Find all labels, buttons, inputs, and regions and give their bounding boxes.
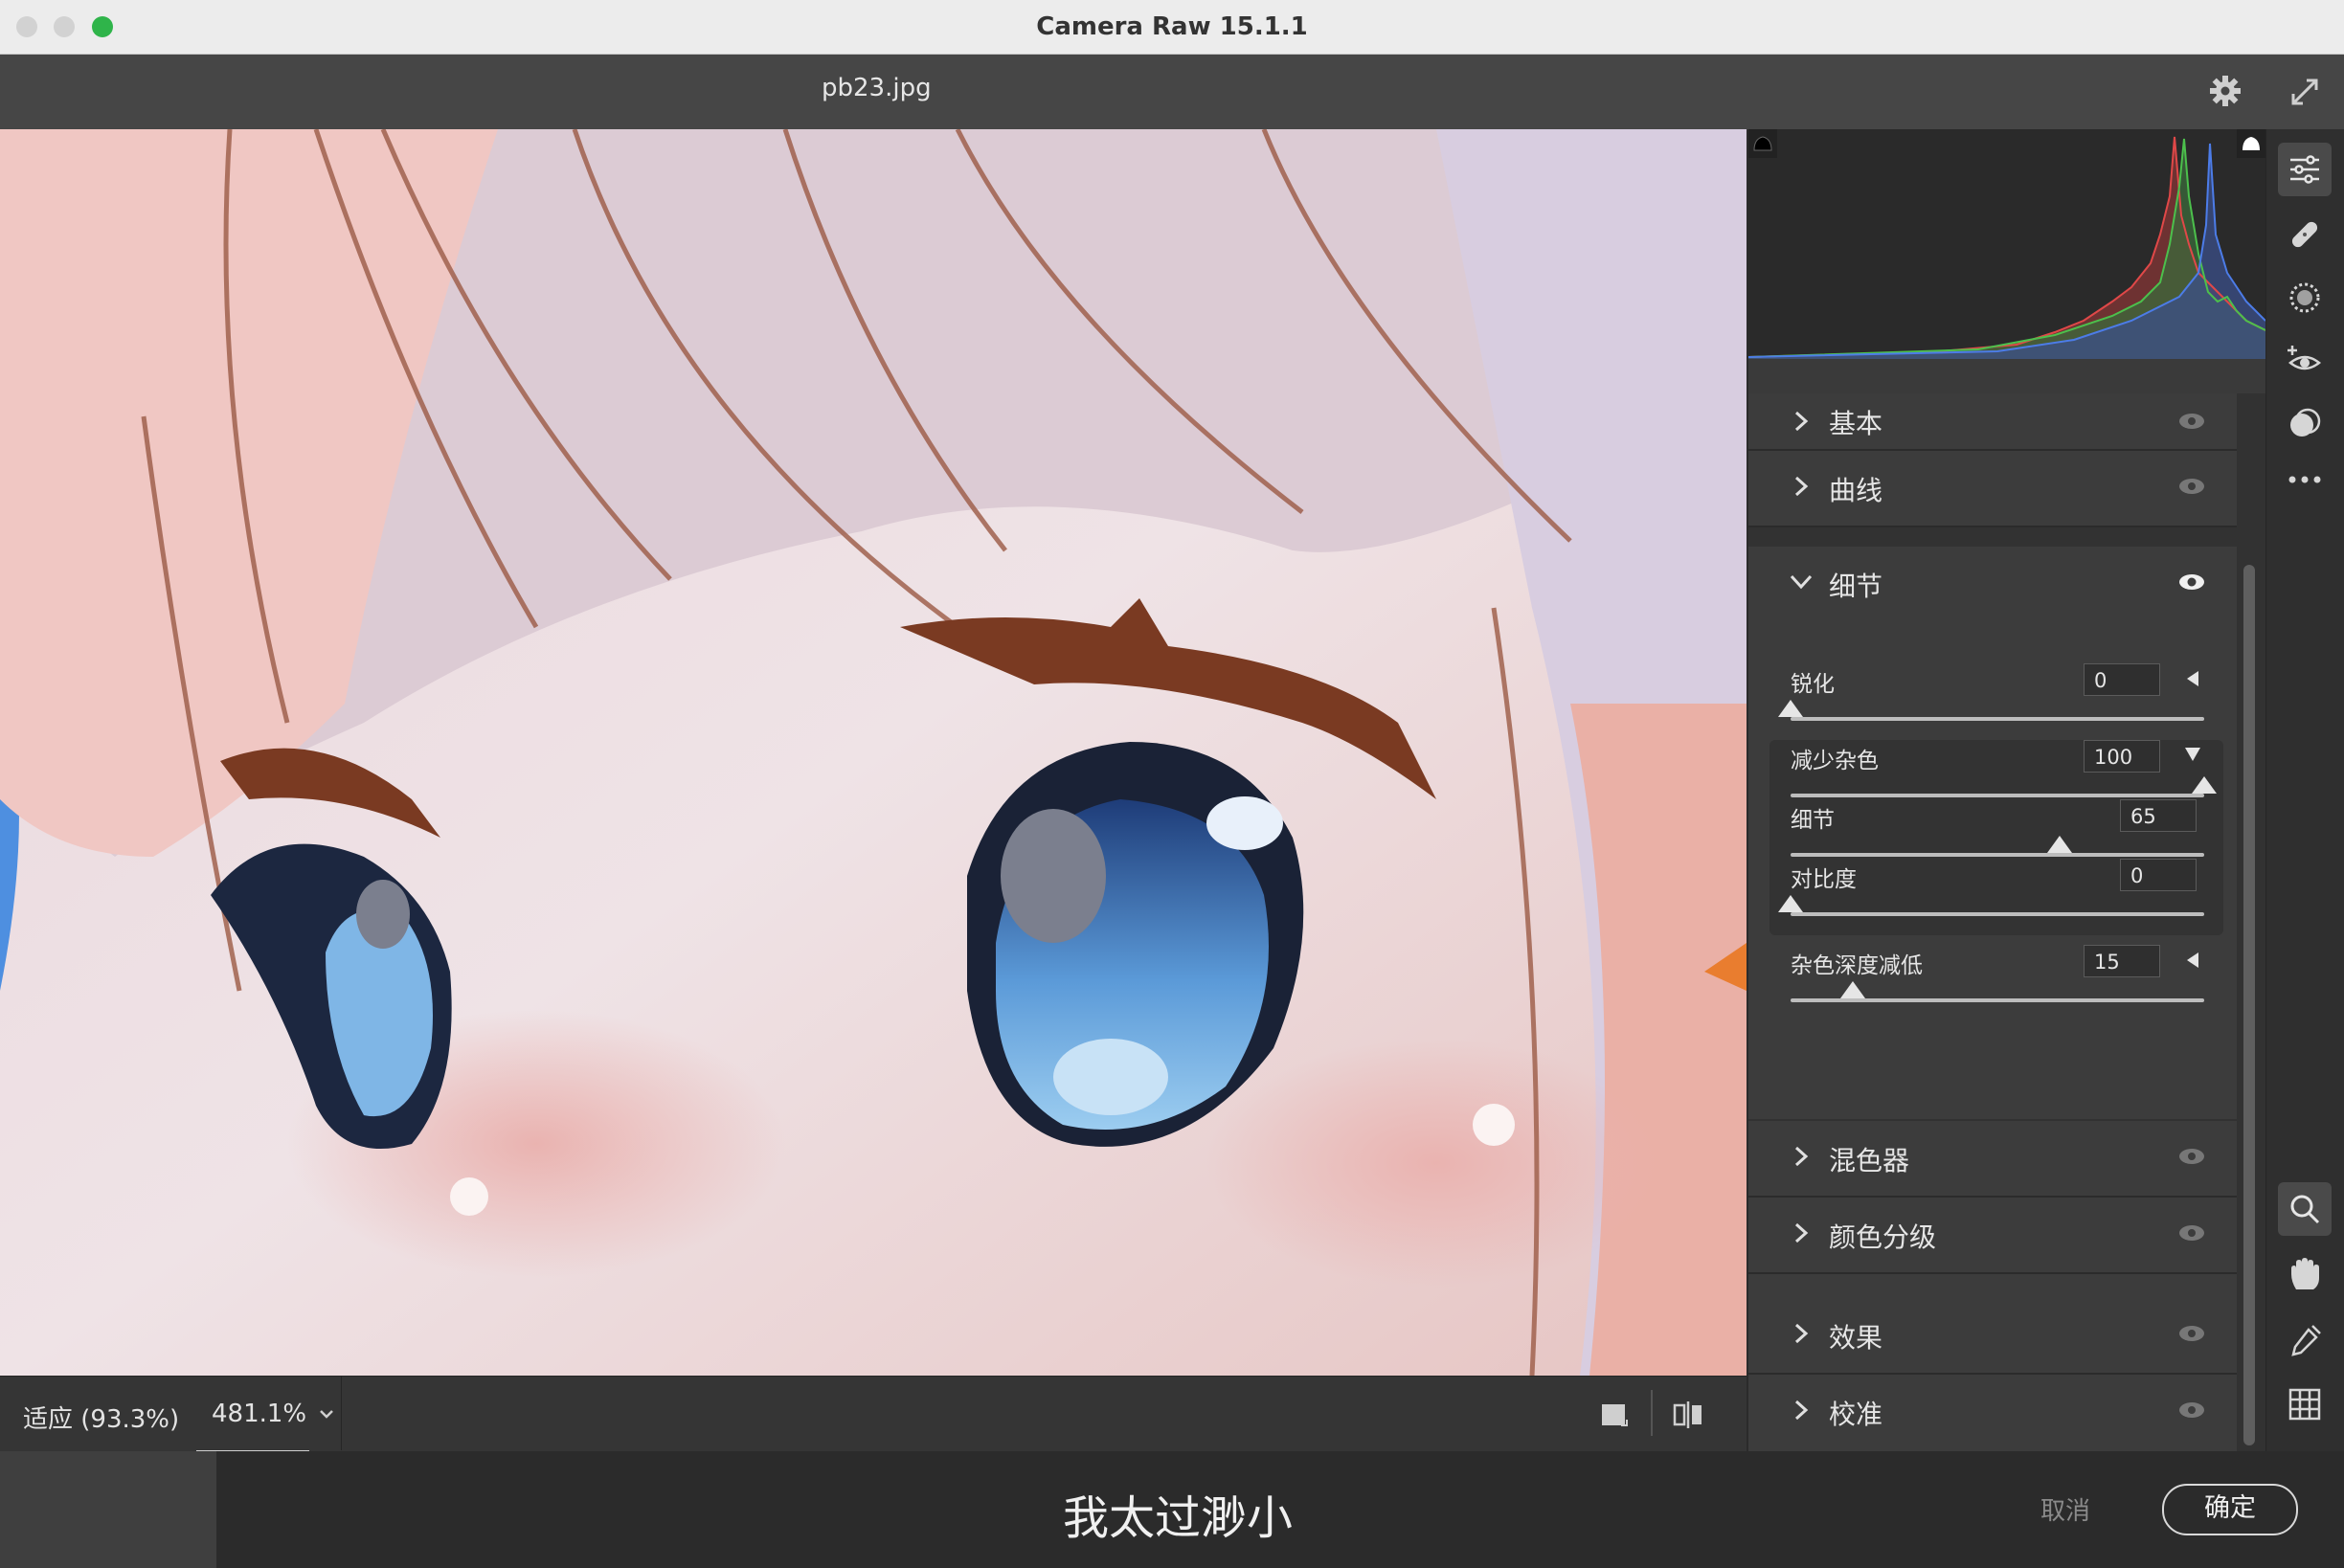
noise-reduction-slider[interactable]	[1791, 794, 2204, 797]
color-noise-value-field[interactable]: 15	[2084, 945, 2160, 977]
section-color-mixer[interactable]: 混色器	[1748, 1121, 2237, 1198]
highlight-clipping-warning-icon[interactable]	[2237, 129, 2265, 158]
nr-contrast-value-field[interactable]: 0	[2120, 859, 2197, 891]
nr-detail-value-field[interactable]: 65	[2120, 799, 2197, 832]
file-bar: pb23.jpg	[0, 55, 2344, 130]
sharpen-slider[interactable]	[1791, 717, 2204, 721]
histogram-footer	[1748, 359, 2265, 393]
noise-reduction-label: 减少杂色	[1791, 749, 1879, 773]
tool-strip	[2265, 129, 2344, 1451]
section-detail-header[interactable]: 细节	[1748, 547, 2237, 623]
bandage-icon[interactable]	[2280, 210, 2330, 259]
section-label: 颜色分级	[1829, 1221, 1937, 1253]
section-label: 曲线	[1829, 475, 1883, 506]
eyedropper-icon[interactable]	[2280, 1316, 2330, 1366]
bottom-left-area	[0, 1451, 216, 1568]
presets-icon[interactable]	[2280, 399, 2330, 449]
edit-panel: 基本 曲线 细节 锐化 0 减少杂色 100 细节 65 对比度 0 杂色深度减…	[1747, 129, 2266, 1453]
status-bar: 适应 (93.3%) 481.1%	[0, 1376, 1747, 1453]
image-canvas[interactable]	[0, 129, 1747, 1376]
chevron-right-icon	[1794, 1323, 1809, 1344]
eye-icon[interactable]	[2177, 411, 2206, 432]
eye-icon[interactable]	[2177, 476, 2206, 497]
color-noise-slider-thumb[interactable]	[1839, 981, 1865, 998]
zoom-level-value: 481.1%	[212, 1400, 307, 1428]
eye-icon[interactable]	[2177, 1222, 2206, 1243]
single-view-icon[interactable]	[1597, 1398, 1632, 1432]
sliders-icon[interactable]	[2278, 143, 2332, 196]
red-eye-icon[interactable]	[2280, 336, 2330, 386]
eye-icon[interactable]	[2177, 1146, 2206, 1167]
chevron-right-icon	[1794, 476, 1809, 497]
sharpen-value-field[interactable]: 0	[2084, 663, 2160, 696]
section-label: 细节	[1829, 571, 1883, 602]
more-icon[interactable]	[2280, 460, 2330, 499]
histogram	[1747, 129, 2266, 359]
color-noise-slider[interactable]	[1791, 998, 2204, 1002]
chevron-right-icon	[1794, 1400, 1809, 1421]
nr-detail-slider[interactable]	[1791, 853, 2204, 857]
section-label: 混色器	[1829, 1145, 1910, 1176]
zoom-icon[interactable]	[2278, 1182, 2332, 1236]
chevron-right-icon	[1794, 1146, 1809, 1167]
cancel-button[interactable]: 取消	[2040, 1491, 2090, 1527]
section-label: 基本	[1829, 408, 1883, 439]
expand-down-icon[interactable]	[2183, 746, 2202, 763]
ok-button[interactable]: 确定	[2162, 1484, 2298, 1535]
divider	[1651, 1390, 1653, 1436]
section-basic[interactable]: 基本	[1748, 393, 2237, 451]
grid-icon[interactable]	[2280, 1379, 2330, 1429]
section-curves[interactable]: 曲线	[1748, 451, 2237, 527]
section-detail: 细节 锐化 0 减少杂色 100 细节 65 对比度 0 杂色深度减低 15	[1748, 547, 2237, 1119]
window-title: Camera Raw 15.1.1	[1036, 12, 1308, 41]
nr-detail-label: 细节	[1791, 808, 1835, 833]
sharpen-slider-thumb[interactable]	[1778, 700, 1803, 717]
nr-detail-slider-thumb[interactable]	[2046, 836, 2072, 853]
chevron-right-icon	[1794, 411, 1809, 432]
expand-icon[interactable]	[2287, 74, 2323, 110]
noise-reduction-value-field[interactable]: 100	[2084, 740, 2160, 773]
collapse-left-icon[interactable]	[2183, 951, 2200, 970]
shadow-clipping-warning-icon[interactable]	[1748, 129, 1777, 158]
section-label: 校准	[1829, 1399, 1883, 1430]
section-effects-row[interactable]: 效果	[1748, 1298, 2237, 1375]
compare-view-icon[interactable]	[1670, 1398, 1708, 1432]
sharpen-label: 锐化	[1791, 672, 1835, 697]
eye-icon[interactable]	[2177, 1323, 2206, 1344]
noise-reduction-slider-thumb[interactable]	[2192, 776, 2217, 794]
title-bar: Camera Raw 15.1.1	[0, 0, 2344, 55]
file-name: pb23.jpg	[822, 74, 932, 102]
nr-contrast-slider[interactable]	[1791, 912, 2204, 916]
bottom-bar: 我太过渺小 取消 确定	[0, 1451, 2344, 1568]
section-label: 效果	[1829, 1322, 1883, 1354]
subtitle-text: 我太过渺小	[1063, 1491, 1294, 1545]
section-calibration[interactable]: 校准	[1748, 1375, 2237, 1453]
section-color-grading[interactable]: 颜色分级	[1748, 1198, 2237, 1274]
gear-icon[interactable]	[2208, 74, 2243, 108]
divider	[341, 1377, 342, 1450]
chevron-down-icon	[1790, 574, 1813, 590]
collapse-left-icon[interactable]	[2183, 669, 2200, 688]
eye-icon[interactable]	[2177, 1400, 2206, 1421]
color-noise-label: 杂色深度减低	[1791, 953, 1923, 978]
zoom-dropdown-chevron-icon[interactable]	[312, 1396, 341, 1432]
zoom-level-tab[interactable]: 481.1%	[196, 1377, 309, 1453]
nr-contrast-label: 对比度	[1791, 867, 1857, 892]
hand-icon[interactable]	[2280, 1249, 2330, 1299]
fit-zoom-button[interactable]: 适应 (93.3%)	[23, 1400, 179, 1435]
mask-icon[interactable]	[2280, 273, 2330, 323]
nr-contrast-slider-thumb[interactable]	[1778, 895, 1803, 912]
eye-icon[interactable]	[2177, 571, 2206, 593]
panel-scrollbar[interactable]	[2243, 565, 2255, 1445]
chevron-right-icon	[1794, 1222, 1809, 1243]
